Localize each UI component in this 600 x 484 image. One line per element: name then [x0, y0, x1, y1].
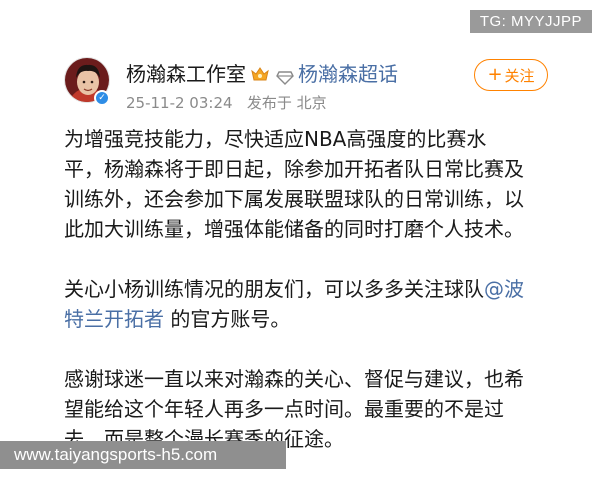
diamond-icon: [276, 66, 294, 85]
follow-label: 关注: [504, 66, 535, 85]
post-meta: 25-11-2 03:24 发布于 北京: [126, 92, 327, 113]
post-paragraph-2-text: 关心小杨训练情况的朋友们，可以多多关注球队: [64, 277, 484, 301]
post-body: 为增强竞技能力，尽快适应NBA高强度的比赛水 平，杨瀚森将于即日起，除参加开拓者…: [64, 124, 574, 484]
watermark-tg: TG: MYYJJPP: [469, 10, 592, 33]
post-timestamp: 25-11-2 03:24: [126, 94, 233, 112]
follow-button[interactable]: + 关注: [474, 59, 548, 91]
post-paragraph-2: 关心小杨训练情况的朋友们，可以多多关注球队@波 特兰开拓者 的官方账号。: [64, 274, 574, 334]
watermark-url: www.taiyangsports-h5.com: [0, 441, 286, 469]
post-location: 发布于 北京: [246, 94, 327, 112]
post-paragraph-1: 为增强竞技能力，尽快适应NBA高强度的比赛水 平，杨瀚森将于即日起，除参加开拓者…: [64, 127, 524, 241]
author-row: 杨瀚森工作室 杨瀚森超话: [126, 58, 398, 87]
verified-icon: ✓: [94, 90, 110, 106]
topic-link[interactable]: 杨瀚森超话: [298, 58, 398, 87]
post-paragraph-2-tail: 的官方账号。: [164, 307, 291, 331]
author-name[interactable]: 杨瀚森工作室: [126, 58, 246, 87]
plus-icon: +: [487, 64, 503, 85]
vip-badge-icon: [250, 64, 270, 82]
